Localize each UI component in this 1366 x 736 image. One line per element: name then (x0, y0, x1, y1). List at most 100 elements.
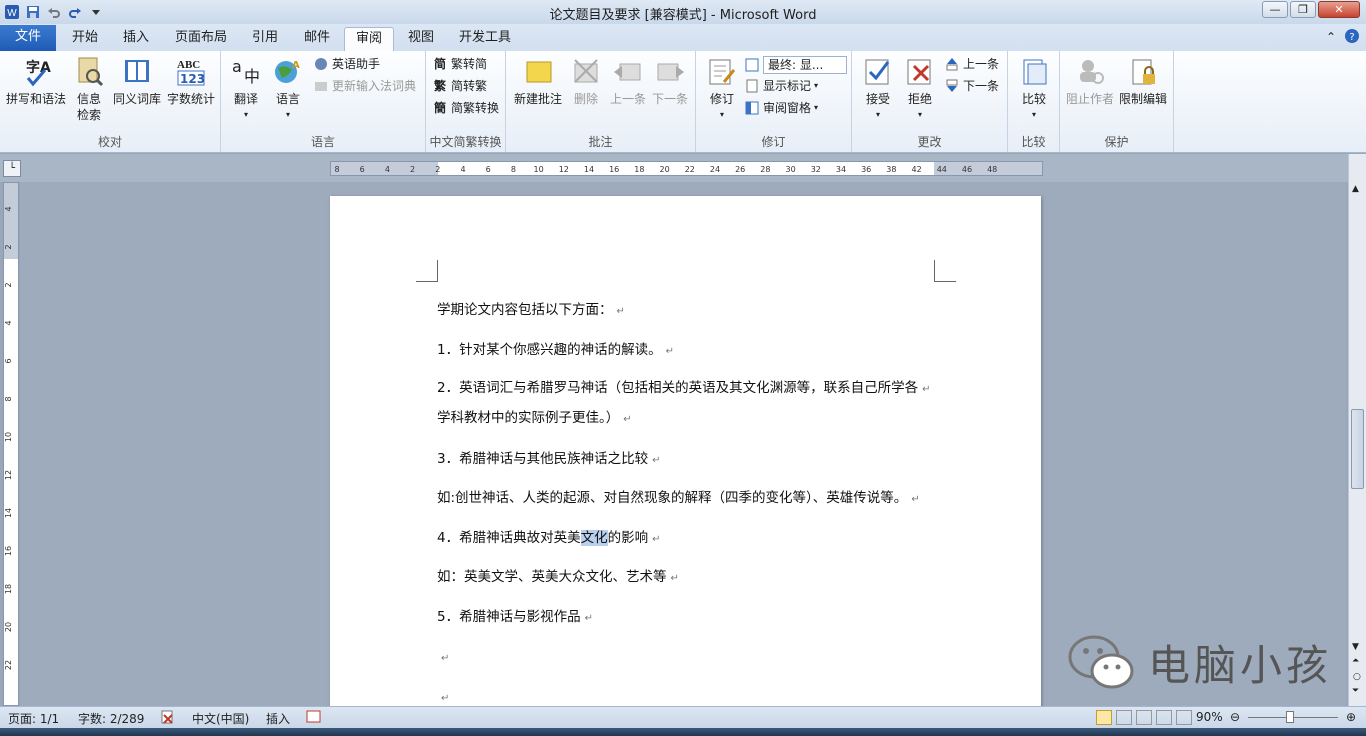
ruler-tick-label: 28 (760, 165, 770, 174)
ribbon-minimize-icon[interactable]: ⌃ (1326, 29, 1336, 45)
scroll-up-icon[interactable]: ▲ (1352, 184, 1359, 194)
vruler-tick-label: 2 (4, 282, 13, 287)
word-count-button[interactable]: ABC 123 字数统计 (164, 55, 218, 107)
next-page-icon[interactable]: ⏷ (1352, 686, 1359, 696)
status-language[interactable]: 中文(中国) (192, 710, 249, 727)
ruler-tick-label: 2 (410, 165, 415, 174)
group-language: a中 翻译 ▾ A 语言 ▾ 英语助手 更新输入法词典 语言 (221, 51, 426, 152)
vertical-ruler[interactable]: 4 2 2 4 6 8 10 12 14 16 18 20 22 (3, 182, 19, 706)
svg-text:123: 123 (180, 72, 205, 86)
show-markup-icon (744, 78, 760, 94)
full-screen-view-icon[interactable] (1116, 710, 1132, 725)
tab-file[interactable]: 文件 (0, 25, 56, 51)
restrict-editing-button[interactable]: 限制编辑 (1116, 55, 1170, 107)
zoom-out-icon[interactable]: ⊖ (1230, 710, 1240, 724)
ruler-ticks: 8 6 4 2 2 4 6 8 10 12 14 16 18 20 22 24 26 28 30 32 34 36 38 42… (334, 165, 997, 174)
spelling-grammar-button[interactable]: 字A 拼写和语法 (4, 55, 68, 107)
next-change-button[interactable]: 下一条 (944, 78, 999, 94)
ruler-tick-label: 2 (435, 165, 440, 174)
restore-button[interactable]: ❐ (1290, 1, 1316, 18)
document-paragraph[interactable]: ↵ (437, 648, 449, 668)
prev-comment-button[interactable]: 上一条 (608, 55, 648, 107)
prev-comment-icon (611, 55, 645, 89)
zoom-level[interactable]: 90% (1196, 710, 1223, 724)
document-paragraph[interactable]: 4．希腊神话典故对英美文化的影响 ↵ (437, 529, 660, 549)
scroll-down-icon[interactable]: ▼ (1352, 642, 1359, 652)
simp-to-trad-button[interactable]: 繁简转繁 (432, 78, 487, 94)
display-review-icon (744, 57, 760, 73)
web-layout-view-icon[interactable] (1136, 710, 1152, 725)
document-paragraph[interactable]: 学科教材中的实际例子更佳。） ↵ (437, 409, 632, 429)
document-paragraph[interactable]: ↵ (437, 688, 449, 708)
reviewing-pane-button[interactable]: 审阅窗格 ▾ (744, 100, 818, 116)
vertical-scrollbar[interactable]: ▲ ▼ ⏶ ○ ⏷ (1348, 154, 1366, 706)
prev-change-button[interactable]: 上一条 (944, 56, 999, 72)
tab-references[interactable]: 引用 (242, 27, 288, 51)
compare-button[interactable]: 比较 ▾ (1014, 55, 1054, 123)
status-insert-mode[interactable]: 插入 (266, 710, 290, 727)
horizontal-ruler[interactable]: 8 6 4 2 2 4 6 8 10 12 14 16 18 20 22 24 26 28 30 32 34 36 38 42… (330, 161, 1043, 176)
delete-comment-button[interactable]: 删除 (566, 55, 606, 107)
chinese-convert-button[interactable]: 簡简繁转换 (432, 100, 499, 116)
accept-button[interactable]: 接受 ▾ (858, 55, 898, 123)
paragraph-mark: ↵ (670, 573, 679, 584)
ruler-tick-label: 36 (861, 165, 871, 174)
browse-object-icon[interactable]: ○ (1353, 672, 1361, 682)
prev-page-icon[interactable]: ⏶ (1352, 656, 1359, 666)
minimize-button[interactable]: — (1262, 1, 1288, 18)
tab-view[interactable]: 视图 (398, 27, 444, 51)
tab-home[interactable]: 开始 (62, 27, 108, 51)
svg-text:?: ? (1349, 32, 1354, 43)
tab-mailings[interactable]: 邮件 (294, 27, 340, 51)
close-button[interactable]: ✕ (1318, 1, 1360, 18)
document-paragraph[interactable]: 5．希腊神话与影视作品 ↵ (437, 608, 593, 628)
english-assistant-button[interactable]: 英语助手 (313, 56, 380, 72)
document-paragraph[interactable]: 学期论文内容包括以下方面： ↵ (437, 301, 625, 321)
document-paragraph[interactable]: 3．希腊神话与其他民族神话之比较 ↵ (437, 450, 660, 470)
taskbar (0, 728, 1366, 736)
paragraph-text: 3．希腊神话与其他民族神话之比较 (437, 451, 649, 467)
document-paragraph[interactable]: 2．英语词汇与希腊罗马神话（包括相关的英语及其文化渊源等，联系自己所学各 ↵ (437, 379, 930, 399)
vruler-tick-label: 12 (4, 470, 13, 480)
delete-comment-icon (569, 55, 603, 89)
track-changes-button[interactable]: 修订 ▾ (702, 55, 742, 123)
document-paragraph[interactable]: 如:创世神话、人类的起源、对自然现象的解释（四季的变化等）、英雄传说等。 ↵ (437, 489, 920, 509)
language-button[interactable]: A 语言 ▾ (269, 55, 307, 123)
vruler-tick-label: 4 (4, 206, 13, 211)
status-page[interactable]: 页面: 1/1 (8, 710, 59, 727)
translate-button[interactable]: a中 翻译 ▾ (227, 55, 265, 123)
next-comment-button[interactable]: 下一条 (650, 55, 690, 107)
reject-button[interactable]: 拒绝 ▾ (900, 55, 940, 123)
tab-selector-button[interactable]: └ (3, 160, 21, 177)
display-for-review-dropdown[interactable]: 最终: 显... (744, 56, 847, 74)
block-authors-button[interactable]: 阻止作者 (1064, 55, 1116, 107)
scroll-thumb[interactable] (1351, 409, 1364, 489)
trad-to-simp-button[interactable]: 简繁转简 (432, 56, 487, 72)
word-count-icon: ABC 123 (174, 55, 208, 89)
restrict-editing-icon (1126, 55, 1160, 89)
document-paragraph[interactable]: 如：英美文学、英美大众文化、艺术等 ↵ (437, 568, 679, 588)
document-paragraph[interactable]: 1．针对某个你感兴趣的神话的解读。 ↵ (437, 341, 674, 361)
new-comment-button[interactable]: 新建批注 (510, 55, 566, 107)
vruler-tick-label: 18 (4, 584, 13, 594)
help-icon[interactable]: ? (1344, 28, 1360, 44)
print-layout-view-icon[interactable] (1096, 710, 1112, 725)
svg-text:字A: 字A (26, 59, 51, 76)
proofing-errors-icon[interactable] (160, 710, 176, 727)
tab-review[interactable]: 审阅 (344, 27, 394, 51)
ruler-tick-label: 46 (962, 165, 972, 174)
tab-page-layout[interactable]: 页面布局 (168, 27, 234, 51)
show-markup-button[interactable]: 显示标记 ▾ (744, 78, 818, 94)
tab-developer[interactable]: 开发工具 (452, 27, 518, 51)
update-ime-button[interactable]: 更新输入法词典 (313, 78, 416, 94)
zoom-in-icon[interactable]: ⊕ (1346, 710, 1356, 724)
tab-insert[interactable]: 插入 (113, 27, 159, 51)
macro-record-icon[interactable] (306, 710, 322, 727)
draft-view-icon[interactable] (1176, 710, 1192, 725)
ruler-tick-label: 34 (836, 165, 846, 174)
research-button[interactable]: 信息 检索 (70, 55, 108, 123)
zoom-slider-thumb[interactable] (1286, 711, 1294, 723)
status-word-count[interactable]: 字数: 2/289 (78, 710, 144, 727)
outline-view-icon[interactable] (1156, 710, 1172, 725)
thesaurus-button[interactable]: 同义词库 (110, 55, 164, 107)
